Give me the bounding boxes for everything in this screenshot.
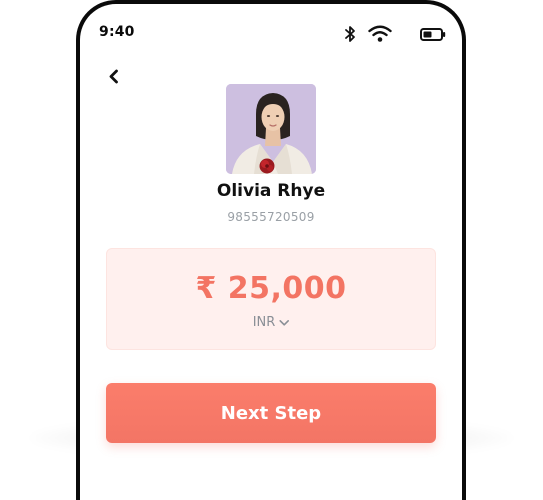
- chevron-left-icon: [109, 69, 118, 84]
- chevron-down-icon: [278, 319, 289, 326]
- battery-icon: [420, 28, 446, 41]
- bluetooth-icon: [345, 26, 355, 42]
- amount-card: ₹ 25,000 INR: [106, 248, 436, 350]
- avatar: [226, 84, 316, 174]
- recipient-phone: 98555720509: [227, 210, 315, 224]
- wifi-icon: [368, 25, 392, 42]
- phone-frame: 9:40 Olivia Rhye 98555720509 ₹ 25,000 IN…: [76, 0, 466, 500]
- avatar-portrait: [226, 84, 316, 174]
- status-bar: 9:40: [80, 4, 462, 60]
- status-time: 9:40: [99, 24, 135, 40]
- currency-select[interactable]: INR: [253, 315, 290, 330]
- back-button[interactable]: [106, 68, 122, 84]
- next-step-button[interactable]: Next Step: [106, 383, 436, 443]
- currency-label: INR: [252, 315, 276, 330]
- recipient-name: Olivia Rhye: [216, 181, 326, 201]
- amount-value[interactable]: ₹ 25,000: [107, 271, 435, 306]
